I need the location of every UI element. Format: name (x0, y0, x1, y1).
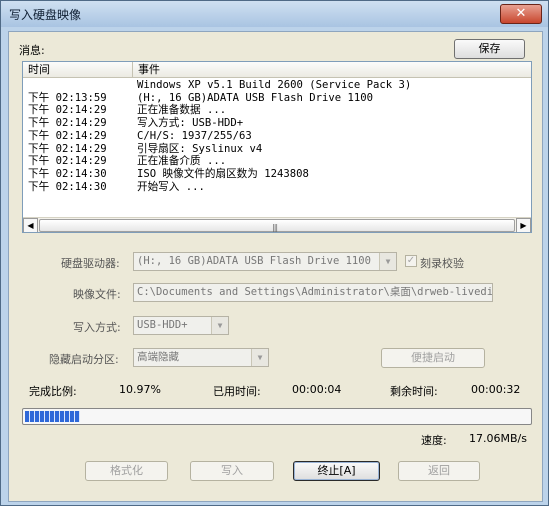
title-bar[interactable]: 写入硬盘映像 ✕ (1, 1, 548, 27)
stop-button[interactable]: 终止[A] (293, 461, 380, 481)
hidden-partition-select[interactable]: 高端隐藏 ▼ (133, 348, 269, 367)
log-time: 下午 02:14:30 (28, 180, 107, 193)
log-event: (H:, 16 GB)ADATA USB Flash Drive 1100 (137, 91, 373, 104)
log-event: Windows XP v5.1 Build 2600 (Service Pack… (137, 79, 412, 91)
log-time: 下午 02:13:59 (28, 91, 107, 104)
log-row[interactable]: Windows XP v5.1 Build 2600 (Service Pack… (23, 79, 531, 92)
log-event: 写入方式: USB-HDD+ (137, 117, 244, 130)
speed-value: 17.06MB/s (469, 432, 527, 445)
quick-boot-button[interactable]: 便捷启动 (381, 348, 485, 368)
log-row[interactable]: 下午 02:13:59 (H:, 16 GB)ADATA USB Flash Dr… (23, 92, 531, 105)
log-time: 下午 02:14:29 (28, 142, 107, 155)
dialog-body: 消息: 保存 时间 事件 Windows XP v5.1 Build 2600 … (8, 31, 543, 502)
log-row[interactable]: 下午 02:14:29 引导扇区: Syslinux v4 (23, 143, 531, 156)
message-log[interactable]: 时间 事件 Windows XP v5.1 Build 2600 (Servic… (22, 61, 532, 233)
log-event: ISO 映像文件的扇区数为 1243808 (137, 167, 309, 180)
write-disk-image-window: 写入硬盘映像 ✕ 消息: 保存 时间 事件 Windows XP v5.1 Bu… (0, 0, 549, 506)
drive-value: (H:, 16 GB)ADATA USB Flash Drive 1100 (137, 255, 371, 267)
window-title: 写入硬盘映像 (9, 8, 82, 22)
chevron-down-icon: ▼ (379, 253, 396, 270)
grip-icon: ||| (272, 223, 278, 232)
log-row[interactable]: 下午 02:14:30 开始写入 ... (23, 181, 531, 194)
checkmark-icon: ✓ (406, 255, 416, 266)
log-event: 正在准备介质 ... (137, 155, 227, 168)
percent-label: 完成比例: (29, 385, 77, 398)
log-time: 下午 02:14:29 (28, 104, 107, 117)
scroll-right-button[interactable]: ▶ (516, 218, 531, 232)
write-mode-select[interactable]: USB-HDD+ ▼ (133, 316, 229, 335)
drive-select[interactable]: (H:, 16 GB)ADATA USB Flash Drive 1100 ▼ (133, 252, 397, 271)
chevron-down-icon: ▼ (211, 317, 228, 334)
log-time: 下午 02:14:29 (28, 155, 107, 168)
log-row[interactable]: 下午 02:14:30 ISO 映像文件的扇区数为 1243808 (23, 168, 531, 181)
format-button[interactable]: 格式化 (85, 461, 168, 481)
write-mode-value: USB-HDD+ (137, 319, 188, 331)
log-event: 正在准备数据 ... (137, 104, 227, 117)
image-file-field[interactable]: C:\Documents and Settings\Administrator\… (133, 283, 493, 302)
column-header-event[interactable]: 事件 (133, 62, 531, 77)
log-event: C/H/S: 1937/255/63 (137, 129, 252, 142)
image-file-value: C:\Documents and Settings\Administrator\… (137, 286, 493, 298)
save-button[interactable]: 保存 (454, 39, 525, 59)
log-row[interactable]: 下午 02:14:29 写入方式: USB-HDD+ (23, 117, 531, 130)
elapsed-label: 已用时间: (213, 385, 261, 398)
percent-value: 10.97% (119, 383, 161, 396)
elapsed-value: 00:00:04 (292, 383, 342, 396)
hidden-partition-value: 高端隐藏 (137, 351, 179, 363)
column-header-time[interactable]: 时间 (23, 62, 133, 77)
write-button[interactable]: 写入 (190, 461, 274, 481)
progress-bar (22, 408, 532, 425)
write-mode-label: 写入方式: (73, 321, 121, 334)
arrow-left-icon: ◀ (27, 221, 34, 230)
back-button[interactable]: 返回 (398, 461, 480, 481)
log-time: 下午 02:14:30 (28, 167, 107, 180)
messages-label: 消息: (19, 44, 45, 57)
log-row[interactable]: 下午 02:14:29 C/H/S: 1937/255/63 (23, 130, 531, 143)
progress-fill (25, 411, 80, 422)
speed-label: 速度: (421, 434, 447, 447)
log-row[interactable]: 下午 02:14:29 正在准备介质 ... (23, 155, 531, 168)
horizontal-scrollbar[interactable]: ◀ ||| ▶ (23, 217, 531, 232)
log-event: 引导扇区: Syslinux v4 (137, 142, 263, 155)
remaining-label: 剩余时间: (390, 385, 438, 398)
verify-label: 刻录校验 (420, 257, 464, 270)
remaining-value: 00:00:32 (471, 383, 521, 396)
log-time: 下午 02:14:29 (28, 129, 107, 142)
close-button[interactable]: ✕ (500, 4, 542, 24)
image-file-label: 映像文件: (73, 288, 121, 301)
arrow-right-icon: ▶ (520, 221, 527, 230)
log-header: 时间 事件 (23, 62, 531, 78)
verify-checkbox[interactable]: ✓ (405, 255, 417, 267)
close-icon: ✕ (515, 6, 527, 21)
drive-label: 硬盘驱动器: (61, 257, 120, 270)
scroll-left-button[interactable]: ◀ (23, 218, 38, 232)
scrollbar-thumb[interactable]: ||| (39, 219, 515, 232)
log-time: 下午 02:14:29 (28, 117, 107, 130)
log-event: 开始写入 ... (137, 180, 205, 193)
hidden-partition-label: 隐藏启动分区: (49, 353, 119, 366)
log-row[interactable]: 下午 02:14:29 正在准备数据 ... (23, 104, 531, 117)
chevron-down-icon: ▼ (251, 349, 268, 366)
